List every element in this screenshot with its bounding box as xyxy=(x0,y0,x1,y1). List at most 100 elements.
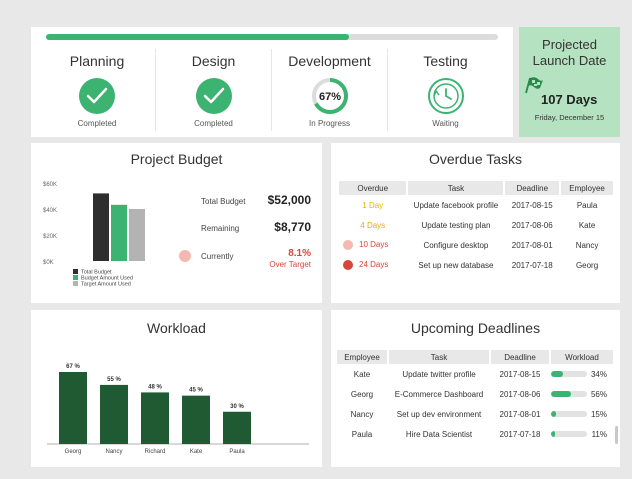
col-workload: Workload xyxy=(551,350,613,364)
workload-percent: 56% xyxy=(590,389,607,399)
table-row[interactable]: Georg E-Commerce Dashboard 2017-08-06 56% xyxy=(337,384,613,404)
task-name: Set up new database xyxy=(418,260,494,270)
workload-cell: 34% xyxy=(551,364,613,384)
overall-progress-fill xyxy=(46,34,349,40)
workload-percent: 34% xyxy=(590,369,607,379)
overdue-days: 1 Day xyxy=(362,200,384,210)
remaining-row: Remaining $8,770 xyxy=(201,220,311,240)
data-label: 45 % xyxy=(189,388,203,394)
budget-bar xyxy=(129,209,145,261)
workload-bar xyxy=(551,371,587,378)
workload-cell: 11% xyxy=(551,424,613,444)
phase-planning: Planning Completed xyxy=(39,49,155,131)
workload-panel: Workload 67 % Georg 55 % Nancy 48 % Richard 45… xyxy=(31,310,322,467)
employee: Paula xyxy=(351,429,373,439)
employee: Paula xyxy=(576,200,598,210)
deadline: 2017-07-18 xyxy=(499,429,541,439)
employee: Kate xyxy=(353,369,371,379)
total-budget-value: $52,000 xyxy=(267,193,311,207)
table-row[interactable]: 10 Days Configure desktop 2017-08-01 Nan… xyxy=(339,235,613,255)
phase-status: Completed xyxy=(77,119,117,128)
current-row: Currently 8.1% Over Target xyxy=(201,248,311,269)
phase-design: Design Completed xyxy=(155,49,271,131)
phases-panel: Planning Completed Design Completed Deve… xyxy=(31,27,513,137)
progress-percent: 67% xyxy=(318,91,340,103)
workload-cell: 56% xyxy=(551,384,613,404)
employee: Kate xyxy=(578,220,596,230)
deadline: 2017-07-18 xyxy=(511,260,553,270)
workload-bar xyxy=(182,395,210,444)
phase-status: In Progress xyxy=(309,119,350,128)
launch-date-panel: Projected Launch Date 107 Days Friday, D… xyxy=(519,27,620,137)
table-row[interactable]: 1 Day Update facebook profile 2017-08-15… xyxy=(339,195,613,215)
deadline: 2017-08-01 xyxy=(499,409,541,419)
employee: Georg xyxy=(575,260,599,270)
phase-status: Completed xyxy=(194,119,233,128)
x-tick-label: Georg xyxy=(65,449,82,455)
col-deadline: Deadline xyxy=(491,350,549,364)
workload-bar xyxy=(551,431,587,438)
workload-percent: 11% xyxy=(591,429,607,439)
over-target-label: Over Target xyxy=(269,260,311,269)
x-tick-label: Kate xyxy=(190,449,203,455)
status-dot-icon xyxy=(343,240,353,250)
deadline: 2017-08-01 xyxy=(511,240,553,250)
workload-bar-fill xyxy=(551,391,572,398)
table-row[interactable]: Kate Update twitter profile 2017-08-15 34% xyxy=(337,364,613,384)
col-overdue: Overdue xyxy=(339,181,407,195)
launch-title: Projected Launch Date xyxy=(519,37,620,69)
overdue-days: 24 Days xyxy=(359,260,389,270)
col-employee: Employee xyxy=(561,181,613,195)
launch-date: Friday, December 15 xyxy=(534,113,605,122)
workload-bar-fill xyxy=(551,431,555,438)
employee: Nancy xyxy=(575,240,599,250)
deadline: 2017-08-06 xyxy=(499,389,541,399)
col-task: Task xyxy=(408,181,504,195)
total-budget-label: Total Budget xyxy=(201,197,246,206)
y-tick-label: $0K xyxy=(43,260,54,266)
task-name: E-Commerce Dashboard xyxy=(394,389,484,399)
y-tick-label: $60K xyxy=(43,182,57,188)
overdue-table: Overdue Task Deadline Employee 1 Day Upd… xyxy=(337,181,615,275)
task-name: Hire Data Scientist xyxy=(405,429,473,439)
legend-label: Target Amount Used xyxy=(81,282,131,288)
table-row[interactable]: Nancy Set up dev environment 2017-08-01 15% xyxy=(337,404,613,424)
phase-testing: Testing Waiting xyxy=(387,49,503,131)
data-label: 30 % xyxy=(230,404,244,410)
overdue-tasks-panel: Overdue Tasks Overdue Task Deadline Empl… xyxy=(331,143,620,303)
deadline: 2017-08-15 xyxy=(499,369,541,379)
workload-bar xyxy=(59,372,87,444)
launch-days: 107 Days xyxy=(541,92,598,107)
check-circle-icon xyxy=(195,78,232,114)
employee: Nancy xyxy=(350,409,374,419)
overdue-days: 4 Days xyxy=(360,220,386,230)
remaining-value: $8,770 xyxy=(274,220,311,234)
launch-title-line2: Launch Date xyxy=(532,53,607,68)
workload-bar xyxy=(100,384,128,444)
upcoming-deadlines-panel: Upcoming Deadlines Employee Task Deadlin… xyxy=(331,310,620,467)
phase-name: Planning xyxy=(69,53,125,69)
col-employee: Employee xyxy=(337,350,387,364)
task-name: Update testing plan xyxy=(421,220,491,230)
workload-bar xyxy=(141,392,169,444)
deadline: 2017-08-06 xyxy=(511,220,553,230)
phase-name: Development xyxy=(288,53,371,69)
check-circle-icon xyxy=(79,78,115,114)
overdue-days: 10 Days xyxy=(359,240,389,250)
workload-cell: 15% xyxy=(551,404,613,424)
col-task: Task xyxy=(389,350,489,364)
table-row[interactable]: 4 Days Update testing plan 2017-08-06 Ka… xyxy=(339,215,613,235)
data-label: 55 % xyxy=(107,377,121,383)
remaining-label: Remaining xyxy=(201,224,240,233)
panel-title: Workload xyxy=(147,320,206,336)
legend-swatch xyxy=(73,275,78,280)
budget-bar xyxy=(93,193,109,261)
y-tick-label: $40K xyxy=(43,208,57,214)
table-row[interactable]: 24 Days Set up new database 2017-07-18 G… xyxy=(339,255,613,275)
current-value: 8.1% xyxy=(288,248,311,259)
phase-name: Testing xyxy=(423,53,468,69)
workload-percent: 15% xyxy=(590,409,607,419)
table-row[interactable]: Paula Hire Data Scientist 2017-07-18 11% xyxy=(337,424,613,444)
phase-status: Waiting xyxy=(432,119,459,128)
scrollbar[interactable] xyxy=(615,426,618,444)
